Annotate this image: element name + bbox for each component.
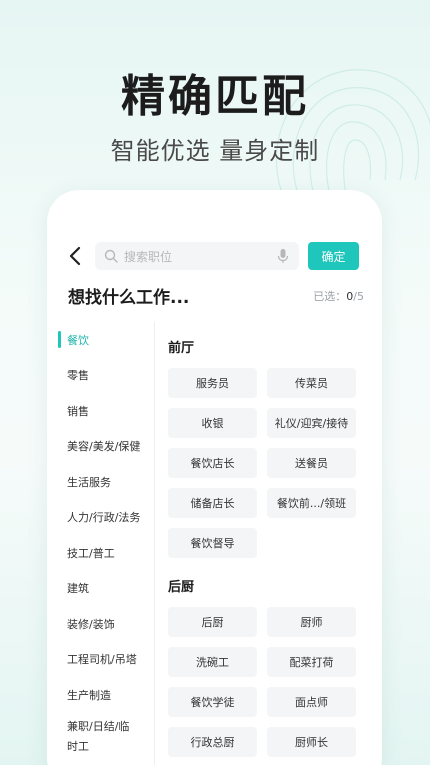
job-tag[interactable]: 传菜员	[267, 368, 356, 398]
job-tag[interactable]: 服务员	[168, 368, 257, 398]
job-tag[interactable]: 洗碗工	[168, 647, 257, 677]
front-tag-grid: 服务员 传菜员 收银 礼仪/迎宾/接待 餐饮店长 送餐员 储备店长 餐饮前...…	[168, 368, 368, 558]
job-tag[interactable]: 餐饮店长	[168, 448, 257, 478]
sidebar-item-beauty[interactable]: 美容/美发/保健	[47, 429, 154, 465]
job-tag[interactable]: 餐饮学徒	[168, 687, 257, 717]
job-tag[interactable]: 面点师	[267, 687, 356, 717]
job-tag[interactable]: 储备店长	[168, 488, 257, 518]
sidebar-item-decoration[interactable]: 装修/装饰	[47, 606, 154, 642]
job-tag[interactable]: 礼仪/迎宾/接待	[267, 408, 356, 438]
group-title-front: 前厅	[168, 341, 195, 356]
category-sidebar: 餐饮 零售 销售 美容/美发/保健 生活服务 人力/行政/法务 技工/普工 建筑…	[47, 322, 155, 765]
sidebar-item-manufacturing[interactable]: 生产制造	[47, 677, 154, 713]
page-title: 想找什么工作...	[68, 288, 190, 308]
group-title-kitchen: 后厨	[168, 580, 195, 595]
job-tag[interactable]: 餐饮督导	[168, 528, 257, 558]
search-placeholder: 搜索职位	[124, 249, 173, 264]
job-tag[interactable]: 配菜打荷	[267, 647, 356, 677]
job-tag[interactable]: 行政总厨	[168, 727, 257, 757]
search-input[interactable]: 搜索职位	[95, 242, 299, 270]
sidebar-item-construction[interactable]: 建筑	[47, 571, 154, 607]
sidebar-item-hr-admin[interactable]: 人力/行政/法务	[47, 500, 154, 536]
kitchen-tag-grid: 后厨 厨师 洗碗工 配菜打荷 餐饮学徒 面点师 行政总厨 厨师长	[168, 607, 368, 757]
hero-subtitle: 智能优选 量身定制	[110, 137, 320, 165]
back-arrow-icon[interactable]	[65, 244, 87, 268]
hero-title: 精确匹配	[121, 71, 309, 122]
sidebar-item-sales[interactable]: 销售	[47, 393, 154, 429]
selected-total: /5	[353, 290, 364, 303]
selected-counter: 已选：0/5	[313, 288, 364, 304]
microphone-icon[interactable]	[277, 248, 289, 264]
phone-screen: 搜索职位 确定 想找什么工作... 已选：0/5 餐饮 零售 销售 美容/美发/…	[47, 190, 382, 765]
job-tag[interactable]: 收银	[168, 408, 257, 438]
sidebar-item-retail[interactable]: 零售	[47, 358, 154, 394]
sidebar-item-driver[interactable]: 工程司机/吊塔	[47, 642, 154, 678]
sidebar-item-life-services[interactable]: 生活服务	[47, 464, 154, 500]
sidebar-item-technician[interactable]: 技工/普工	[47, 535, 154, 571]
confirm-button[interactable]: 确定	[308, 242, 359, 270]
job-tag[interactable]: 送餐员	[267, 448, 356, 478]
sidebar-item-parttime[interactable]: 兼职/日结/临时工	[47, 713, 154, 761]
job-list: 前厅 服务员 传菜员 收银 礼仪/迎宾/接待 餐饮店长 送餐员 储备店长 餐饮前…	[168, 322, 368, 757]
job-tag[interactable]: 后厨	[168, 607, 257, 637]
search-icon	[104, 249, 118, 263]
job-tag[interactable]: 厨师长	[267, 727, 356, 757]
top-bar: 搜索职位 确定	[47, 242, 382, 270]
selected-label: 已选：	[313, 290, 347, 303]
sidebar-item-catering[interactable]: 餐饮	[47, 322, 154, 358]
job-tag[interactable]: 餐饮前.../领班	[267, 488, 356, 518]
job-tag[interactable]: 厨师	[267, 607, 356, 637]
